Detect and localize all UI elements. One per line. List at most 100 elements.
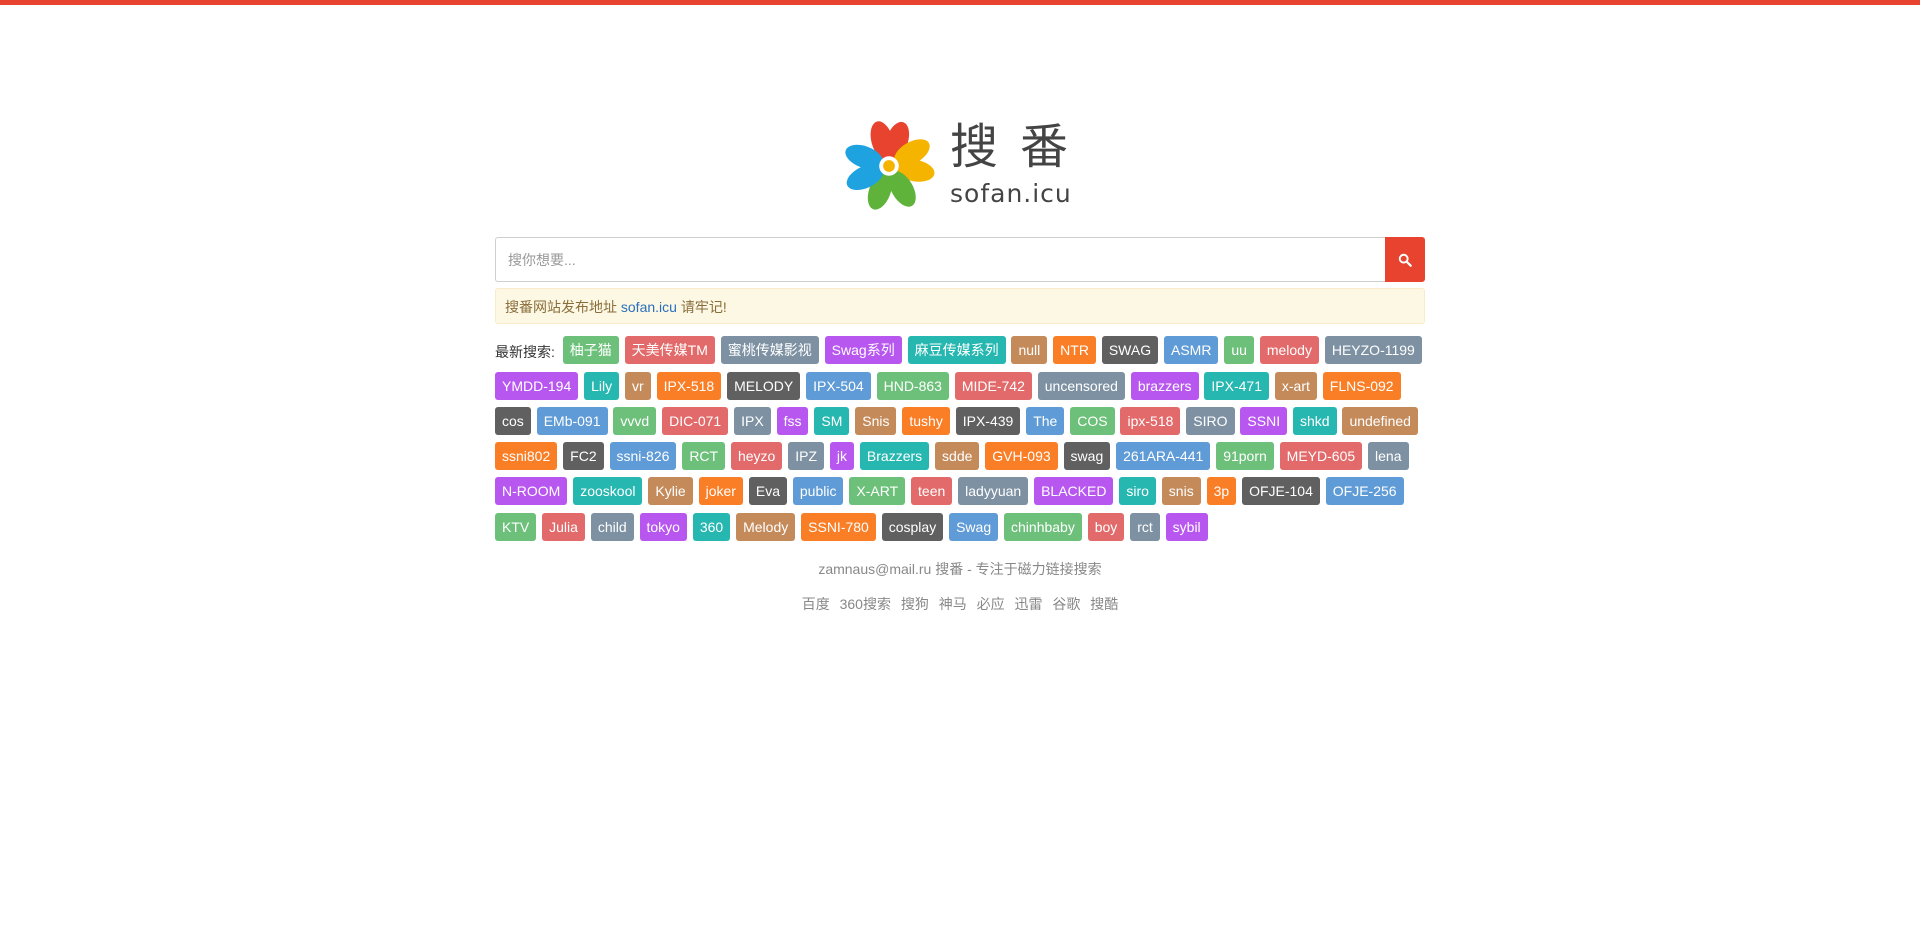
search-tag[interactable]: N-ROOM	[495, 477, 568, 506]
search-tag[interactable]: OFJE-256	[1325, 477, 1404, 506]
search-tag[interactable]: ipx-518	[1120, 406, 1181, 435]
search-tag[interactable]: heyzo	[730, 442, 783, 471]
search-tag[interactable]: uu	[1224, 336, 1254, 365]
search-tag[interactable]: RCT	[682, 442, 726, 471]
search-tag[interactable]: SWAG	[1101, 336, 1159, 365]
search-tag[interactable]: sdde	[935, 442, 980, 471]
search-tag[interactable]: Julia	[542, 512, 585, 541]
search-tag[interactable]: 柚子猫	[562, 336, 619, 365]
search-tag[interactable]: IPZ	[788, 442, 825, 471]
logo-domain: sofan.icu	[950, 179, 1072, 208]
search-tag[interactable]: SIRO	[1186, 406, 1235, 435]
search-tag[interactable]: Swag	[949, 512, 999, 541]
search-tag[interactable]: SSNI-780	[801, 512, 876, 541]
search-tag[interactable]: X-ART	[849, 477, 906, 506]
search-tag[interactable]: rct	[1130, 512, 1160, 541]
search-tag[interactable]: 3p	[1206, 477, 1237, 506]
engine-link[interactable]: 谷歌	[1052, 596, 1080, 612]
search-tag[interactable]: x-art	[1274, 371, 1317, 400]
search-tag[interactable]: DIC-071	[662, 406, 729, 435]
search-tag[interactable]: shkd	[1292, 406, 1337, 435]
search-tag[interactable]: Eva	[748, 477, 787, 506]
search-tag[interactable]: sybil	[1165, 512, 1208, 541]
engine-link[interactable]: 360搜索	[840, 596, 891, 612]
engine-link[interactable]: 百度	[802, 596, 830, 612]
search-tag[interactable]: YMDD-194	[495, 371, 579, 400]
search-input[interactable]	[495, 237, 1385, 282]
search-tag[interactable]: MEYD-605	[1279, 442, 1363, 471]
search-tag[interactable]: cosplay	[881, 512, 944, 541]
search-tag[interactable]: siro	[1119, 477, 1156, 506]
search-tag[interactable]: ladyyuan	[958, 477, 1029, 506]
search-tag[interactable]: tokyo	[639, 512, 687, 541]
search-tag[interactable]: MIDE-742	[954, 371, 1032, 400]
search-tag[interactable]: boy	[1087, 512, 1125, 541]
search-tag[interactable]: NTR	[1053, 336, 1096, 365]
search-tag[interactable]: chinhbaby	[1004, 512, 1082, 541]
search-tag[interactable]: SSNI	[1240, 406, 1288, 435]
search-tag[interactable]: null	[1011, 336, 1048, 365]
engine-link[interactable]: 搜狗	[901, 596, 929, 612]
search-tag[interactable]: 261ARA-441	[1116, 442, 1211, 471]
search-tag[interactable]: BLACKED	[1034, 477, 1114, 506]
search-tag[interactable]: swag	[1063, 442, 1111, 471]
search-bar	[495, 237, 1425, 282]
search-tag[interactable]: EMb-091	[536, 406, 608, 435]
search-tag[interactable]: snis	[1161, 477, 1201, 506]
search-tag[interactable]: 天美传媒TM	[624, 336, 715, 365]
engine-link[interactable]: 神马	[939, 596, 967, 612]
engine-link[interactable]: 搜酷	[1090, 596, 1118, 612]
search-tag[interactable]: OFJE-104	[1242, 477, 1320, 506]
search-tag[interactable]: jk	[829, 442, 855, 471]
search-tag[interactable]: 蜜桃传媒影视	[720, 336, 819, 365]
search-tag[interactable]: GVH-093	[985, 442, 1058, 471]
search-tag[interactable]: undefined	[1342, 406, 1418, 435]
search-button[interactable]	[1385, 237, 1425, 282]
search-tag[interactable]: melody	[1259, 336, 1319, 365]
search-tag[interactable]: brazzers	[1130, 371, 1199, 400]
recent-searches: 最新搜索: 柚子猫 天美传媒TM 蜜桃传媒影视 Swag系列 麻豆传媒系列 nu…	[495, 335, 1425, 547]
search-tag[interactable]: vvvd	[613, 406, 657, 435]
search-tag[interactable]: HND-863	[876, 371, 949, 400]
search-tag[interactable]: Kylie	[648, 477, 693, 506]
search-tag[interactable]: MELODY	[727, 371, 801, 400]
search-tag[interactable]: FLNS-092	[1322, 371, 1401, 400]
search-tag[interactable]: zooskool	[573, 477, 643, 506]
search-tag[interactable]: IPX-518	[656, 371, 722, 400]
search-tag[interactable]: uncensored	[1037, 371, 1125, 400]
search-tag[interactable]: ssni802	[495, 442, 558, 471]
search-tag[interactable]: COS	[1070, 406, 1115, 435]
search-tag[interactable]: SM	[814, 406, 850, 435]
search-tag[interactable]: cos	[495, 406, 531, 435]
search-tag[interactable]: IPX-471	[1204, 371, 1269, 400]
search-tag[interactable]: vr	[625, 371, 651, 400]
search-tag[interactable]: Lily	[584, 371, 620, 400]
search-tag[interactable]: IPX-504	[806, 371, 871, 400]
engine-link[interactable]: 必应	[977, 596, 1005, 612]
notice-site-link[interactable]: sofan.icu	[621, 299, 677, 315]
search-tag[interactable]: 91porn	[1216, 442, 1274, 471]
search-tag[interactable]: Melody	[736, 512, 796, 541]
search-tag[interactable]: joker	[698, 477, 743, 506]
search-tag[interactable]: IPX	[734, 406, 771, 435]
search-tag[interactable]: 360	[692, 512, 731, 541]
search-tag[interactable]: teen	[911, 477, 953, 506]
search-tag[interactable]: fss	[776, 406, 809, 435]
search-tag[interactable]: Brazzers	[859, 442, 930, 471]
search-tag[interactable]: child	[590, 512, 634, 541]
search-tag[interactable]: public	[792, 477, 844, 506]
search-tag[interactable]: Snis	[855, 406, 897, 435]
site-logo[interactable]: 搜番 sofan.icu	[840, 113, 1080, 217]
search-tag[interactable]: FC2	[563, 442, 604, 471]
search-tag[interactable]: ASMR	[1164, 336, 1219, 365]
search-tag[interactable]: KTV	[495, 512, 537, 541]
search-tag[interactable]: ssni-826	[609, 442, 677, 471]
search-tag[interactable]: The	[1026, 406, 1065, 435]
search-tag[interactable]: 麻豆传媒系列	[907, 336, 1006, 365]
search-tag[interactable]: lena	[1368, 442, 1409, 471]
search-tag[interactable]: IPX-439	[955, 406, 1021, 435]
search-tag[interactable]: Swag系列	[824, 336, 902, 365]
search-tag[interactable]: tushy	[902, 406, 950, 435]
search-tag[interactable]: HEYZO-1199	[1324, 336, 1422, 365]
engine-link[interactable]: 迅雷	[1015, 596, 1043, 612]
